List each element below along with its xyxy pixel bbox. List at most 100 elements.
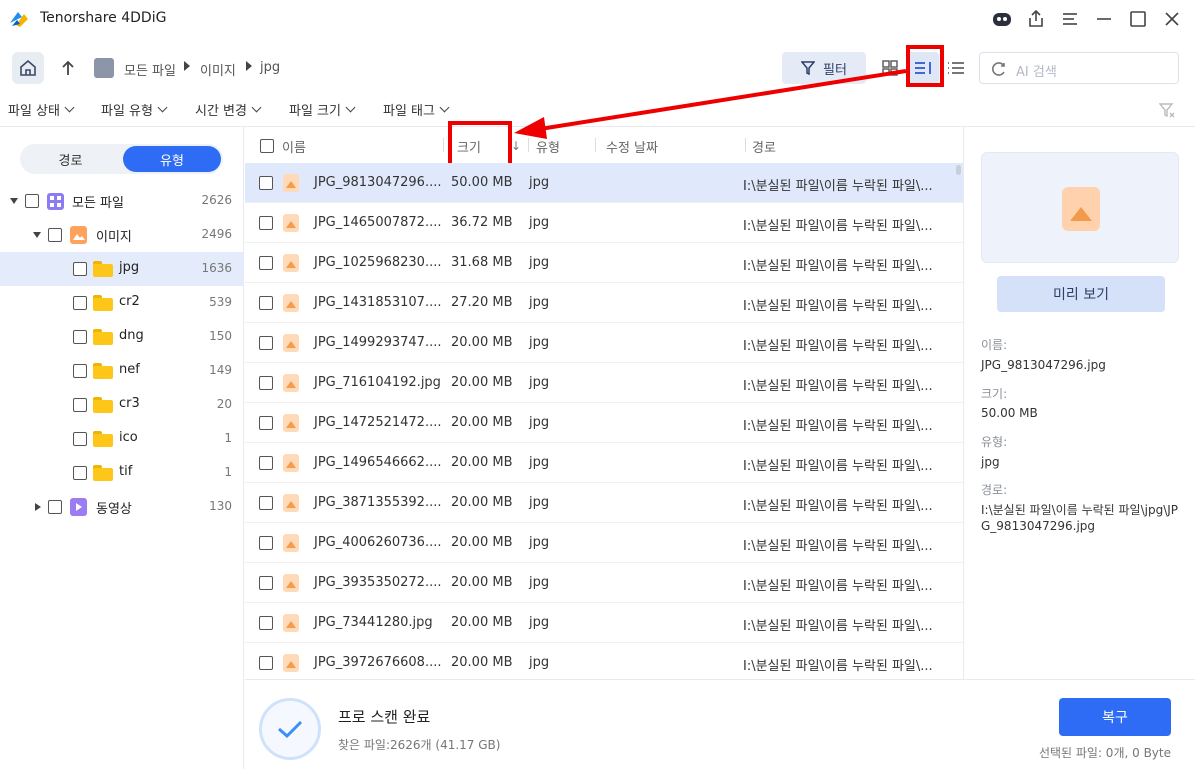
tree-item-all-files[interactable]: 모든 파일 2626 [0,184,244,218]
checkbox[interactable] [73,364,87,378]
expand-caret-icon[interactable] [10,198,18,204]
row-checkbox[interactable] [259,416,273,430]
table-row[interactable]: JPG_716104192.jpg 20.00 MB jpg I:\분실된 파일\이름… [245,363,963,403]
row-checkbox[interactable] [259,216,273,230]
table-row[interactable]: JPG_3972676608.... 20.00 MB jpg I:\분실된 파일\이… [245,643,963,679]
table-row[interactable]: JPG_73441280.jpg 20.00 MB jpg I:\분실된 파일\이름 … [245,603,963,643]
filter-label: 파일 크기 [289,104,341,119]
minimize-icon[interactable] [1091,6,1117,32]
row-checkbox[interactable] [259,296,273,310]
toggle-type[interactable]: 유형 [123,146,221,172]
tree-item-tif[interactable]: tif 1 [0,456,244,490]
tree-item-cr2[interactable]: cr2 539 [0,286,244,320]
filter-file-status[interactable]: 파일 상태 [8,100,75,119]
tree-label: 동영상 [96,502,132,517]
close-icon[interactable] [1159,6,1185,32]
cell-name: JPG_3871355392.... [314,495,442,510]
preview-button[interactable]: 미리 보기 [997,276,1165,312]
column-separator[interactable] [528,138,529,152]
image-file-icon [283,414,299,432]
filter-file-tag[interactable]: 파일 태그 [383,100,450,119]
checkbox[interactable] [48,500,62,514]
column-separator[interactable] [745,138,746,152]
search-placeholder: AI 검색 [1016,65,1057,80]
table-row[interactable]: JPG_9813047296.... 50.00 MB jpg I:\분실된 파일\이… [245,163,963,203]
table-row[interactable]: JPG_1496546662.... 20.00 MB jpg I:\분실된 파일\이… [245,443,963,483]
row-checkbox[interactable] [259,336,273,350]
filter-label: 시간 변경 [195,104,247,119]
row-checkbox[interactable] [259,376,273,390]
checkbox[interactable] [73,466,87,480]
table-row[interactable]: JPG_1431853107.... 27.20 MB jpg I:\분실된 파일\이… [245,283,963,323]
share-icon[interactable] [1023,6,1049,32]
select-all-checkbox[interactable] [260,139,274,153]
cell-name: JPG_1472521472.... [314,415,442,430]
sort-descending-icon[interactable]: ↓ [511,139,521,153]
table-row[interactable]: JPG_1465007872.... 36.72 MB jpg I:\분실된 파일\이… [245,203,963,243]
table-row[interactable]: JPG_3871355392.... 20.00 MB jpg I:\분실된 파일\이… [245,483,963,523]
row-checkbox[interactable] [259,616,273,630]
home-button[interactable] [12,52,44,84]
column-header-modified[interactable]: 수정 날짜 [606,137,658,156]
column-separator[interactable] [595,138,596,152]
checkbox[interactable] [73,330,87,344]
maximize-icon[interactable] [1125,6,1151,32]
robot-icon[interactable] [989,6,1015,32]
filter-time-modified[interactable]: 시간 변경 [195,100,262,119]
tree-item-cr3[interactable]: cr3 20 [0,388,244,422]
row-checkbox[interactable] [259,656,273,670]
tree-item-images[interactable]: 이미지 2496 [0,218,244,252]
row-checkbox[interactable] [259,576,273,590]
scrollbar[interactable] [956,165,961,175]
tree-label: cr3 [119,396,140,411]
tree-item-jpg[interactable]: jpg 1636 [0,252,244,286]
up-button[interactable] [56,54,80,82]
expand-caret-icon[interactable] [35,503,41,511]
tree-item-dng[interactable]: dng 150 [0,320,244,354]
row-checkbox[interactable] [259,456,273,470]
ai-search-input[interactable]: AI 검색 [979,52,1179,84]
table-row[interactable]: JPG_4006260736.... 20.00 MB jpg I:\분실된 파일\이… [245,523,963,563]
tree-item-ico[interactable]: ico 1 [0,422,244,456]
checkbox[interactable] [73,296,87,310]
column-separator[interactable] [443,138,444,152]
recover-button[interactable]: 복구 [1059,698,1171,736]
ai-search-icon [992,62,1005,76]
checkbox[interactable] [73,398,87,412]
table-row[interactable]: JPG_3935350272.... 20.00 MB jpg I:\분실된 파일\이… [245,563,963,603]
checkbox[interactable] [25,194,39,208]
view-mode-toggle: 경로 유형 [20,144,223,174]
breadcrumb-item-all-files[interactable]: 모든 파일 [124,60,176,79]
checkbox[interactable] [73,262,87,276]
column-header-path[interactable]: 경로 [752,137,776,156]
breadcrumb-item-images[interactable]: 이미지 [200,60,236,79]
tree-item-videos[interactable]: 동영상 130 [0,490,244,524]
filter-button[interactable]: 필터 [782,52,866,84]
filter-file-size[interactable]: 파일 크기 [289,100,356,119]
breadcrumb-item-jpg[interactable]: jpg [260,60,280,75]
meta-name-value: JPG_9813047296.jpg [981,358,1106,372]
expand-caret-icon[interactable] [33,232,41,238]
tree-item-nef[interactable]: nef 149 [0,354,244,388]
table-row[interactable]: JPG_1472521472.... 20.00 MB jpg I:\분실된 파일\이… [245,403,963,443]
filter-file-type[interactable]: 파일 유형 [101,100,168,119]
checkbox[interactable] [73,432,87,446]
cell-path: I:\분실된 파일\이름 누락된 파일\... [743,259,933,274]
table-row[interactable]: JPG_1025968230.... 31.68 MB jpg I:\분실된 파일\이… [245,243,963,283]
cell-size: 20.00 MB [451,335,513,350]
clear-filter-icon[interactable] [1159,102,1175,118]
table-row[interactable]: JPG_1499293747.... 20.00 MB jpg I:\분실된 파일\이… [245,323,963,363]
row-checkbox[interactable] [259,176,273,190]
cell-type: jpg [529,295,550,310]
column-header-name[interactable]: 이름 [282,137,306,156]
menu-icon[interactable] [1057,6,1083,32]
column-header-type[interactable]: 유형 [536,137,560,156]
annotation-highlight-box [906,45,944,87]
row-checkbox[interactable] [259,256,273,270]
row-checkbox[interactable] [259,496,273,510]
grid-view-button[interactable] [874,52,906,84]
checkbox[interactable] [48,228,62,242]
toggle-path[interactable]: 경로 [20,144,121,174]
list-view-button[interactable] [940,52,972,84]
row-checkbox[interactable] [259,536,273,550]
